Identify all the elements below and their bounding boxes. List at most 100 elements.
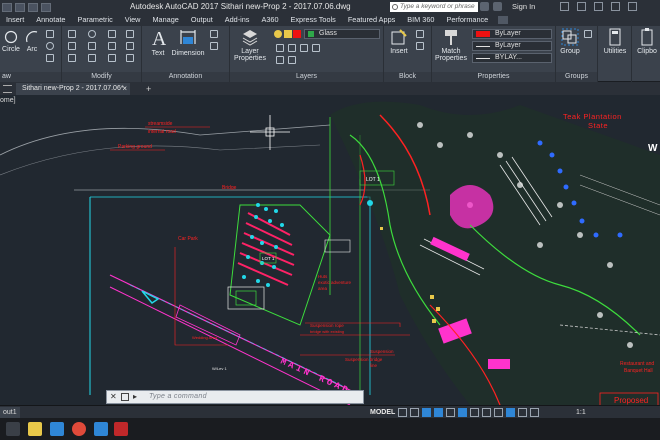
- insert-button[interactable]: Insert: [386, 28, 412, 55]
- copy-icon[interactable]: [68, 42, 76, 50]
- tab-bim360[interactable]: BIM 360: [401, 14, 440, 26]
- layer-off-icon[interactable]: [300, 44, 308, 52]
- tab-express-tools[interactable]: Express Tools: [285, 14, 342, 26]
- drawing-canvas[interactable]: Teak Plantation State W LOT 1 LOT 1 stre…: [0, 95, 660, 405]
- open-icon[interactable]: [15, 2, 25, 12]
- save-icon[interactable]: [2, 2, 12, 12]
- layer-dropdown[interactable]: Glass: [304, 29, 380, 39]
- tab-featured-apps[interactable]: Featured Apps: [342, 14, 401, 26]
- erase-icon[interactable]: [126, 30, 134, 38]
- undo-icon[interactable]: [28, 2, 38, 12]
- table-icon[interactable]: [210, 42, 218, 50]
- mirror-icon[interactable]: [88, 42, 96, 50]
- tab-manage[interactable]: Manage: [146, 14, 184, 26]
- edge-browser-icon[interactable]: [50, 422, 64, 436]
- rectangle-icon[interactable]: [46, 30, 54, 38]
- annotation-visibility-icon[interactable]: [506, 408, 515, 417]
- tab-insert[interactable]: Insert: [0, 14, 30, 26]
- dimension-button[interactable]: Dimension: [170, 28, 206, 57]
- polar-icon[interactable]: [434, 408, 443, 417]
- fillet-icon[interactable]: [108, 42, 116, 50]
- binoculars-icon[interactable]: [480, 2, 489, 11]
- maximize-icon[interactable]: [611, 2, 620, 11]
- minimize-icon[interactable]: [594, 2, 603, 11]
- edit-block-icon[interactable]: [416, 42, 424, 50]
- close-icon[interactable]: [628, 2, 637, 11]
- group-button[interactable]: Group: [558, 28, 582, 55]
- layer-iso-icon[interactable]: [276, 44, 284, 52]
- viewport-label[interactable]: ome]: [0, 97, 16, 104]
- stretch-icon[interactable]: [68, 54, 76, 62]
- arc-button[interactable]: Arc: [23, 30, 41, 53]
- mail-icon[interactable]: [94, 422, 108, 436]
- match-layer-icon[interactable]: [288, 56, 296, 64]
- layer-properties-button[interactable]: Layer Properties: [232, 28, 268, 62]
- tab-a360[interactable]: A360: [255, 14, 284, 26]
- tab-performance[interactable]: Performance: [440, 14, 494, 26]
- selection-cycle-icon[interactable]: [494, 408, 503, 417]
- layer-freeze-icon[interactable]: [288, 44, 296, 52]
- lineweight-dropdown[interactable]: BYLAY...: [472, 53, 552, 63]
- sign-in-button[interactable]: Sign In: [512, 2, 535, 11]
- lightbulb-icon[interactable]: [274, 30, 282, 38]
- ungroup-icon[interactable]: [584, 30, 592, 38]
- file-tab-sithari[interactable]: Sithari new-Prop 2 - 2017.07.06* ×: [16, 83, 130, 95]
- explode-icon[interactable]: [126, 42, 134, 50]
- tab-add-ins[interactable]: Add-ins: [219, 14, 256, 26]
- autocad-taskbar-icon[interactable]: [114, 422, 128, 436]
- tab-view[interactable]: View: [119, 14, 147, 26]
- leader-icon[interactable]: [210, 30, 218, 38]
- tab-parametric[interactable]: Parametric: [71, 14, 118, 26]
- tab-annotate[interactable]: Annotate: [30, 14, 71, 26]
- command-customize-icon[interactable]: [121, 393, 129, 401]
- ribbon-toggle-icon[interactable]: [498, 16, 509, 24]
- grid-icon[interactable]: [398, 408, 407, 417]
- sun-icon[interactable]: [284, 30, 292, 38]
- match-properties-button[interactable]: Match Properties: [434, 28, 468, 62]
- linetype-dropdown[interactable]: ByLayer: [472, 41, 552, 51]
- new-tab-button[interactable]: +: [146, 84, 151, 94]
- cad-drawing[interactable]: Teak Plantation State W LOT 1 LOT 1 stre…: [0, 95, 660, 405]
- redo-icon[interactable]: [41, 2, 51, 12]
- user-icon[interactable]: [493, 2, 502, 11]
- offset-icon[interactable]: [126, 54, 134, 62]
- tab-output[interactable]: Output: [185, 14, 219, 26]
- help-icon[interactable]: [577, 2, 586, 11]
- make-current-icon[interactable]: [276, 56, 284, 64]
- search-input[interactable]: Type a keyword or phrase: [390, 2, 478, 12]
- isodraft-icon[interactable]: [446, 408, 455, 417]
- create-block-icon[interactable]: [416, 30, 424, 38]
- chrome-icon[interactable]: [72, 422, 86, 436]
- ortho-icon[interactable]: [422, 408, 431, 417]
- trim-icon[interactable]: [108, 30, 116, 38]
- scale-icon[interactable]: [88, 54, 96, 62]
- clipboard-button[interactable]: Clipbo: [634, 28, 660, 55]
- osnap-icon[interactable]: [458, 408, 467, 417]
- start-menu-icon[interactable]: [3, 85, 12, 93]
- transparency-icon[interactable]: [482, 408, 491, 417]
- file-explorer-icon[interactable]: [28, 422, 42, 436]
- circle-button[interactable]: Circle: [0, 30, 22, 53]
- command-line[interactable]: ✕ ▸ Type a command: [106, 390, 364, 404]
- autoscale-icon[interactable]: [518, 408, 527, 417]
- array-icon[interactable]: [108, 54, 116, 62]
- snap-icon[interactable]: [410, 408, 419, 417]
- command-close-button[interactable]: ✕: [110, 392, 117, 401]
- model-space-button[interactable]: MODEL: [370, 407, 395, 418]
- text-button[interactable]: A Text: [146, 28, 170, 57]
- annotation-scale-value[interactable]: 1:1: [576, 407, 586, 418]
- file-tab-close-button[interactable]: ×: [122, 83, 127, 95]
- layout-tab[interactable]: out1: [0, 407, 20, 418]
- layer-color-icon[interactable]: [293, 30, 301, 38]
- exchange-icon[interactable]: [560, 2, 569, 11]
- rotate-icon[interactable]: [88, 30, 96, 38]
- start-icon[interactable]: [6, 422, 20, 436]
- ellipse-icon[interactable]: [46, 42, 54, 50]
- hatch-icon[interactable]: [46, 54, 54, 62]
- color-dropdown[interactable]: ByLayer: [472, 29, 552, 39]
- annotation-scale-icon[interactable]: [530, 408, 539, 417]
- lineweight-toggle-icon[interactable]: [470, 408, 479, 417]
- layer-lock-icon[interactable]: [312, 44, 320, 52]
- move-icon[interactable]: [68, 30, 76, 38]
- command-input[interactable]: Type a command: [149, 393, 207, 400]
